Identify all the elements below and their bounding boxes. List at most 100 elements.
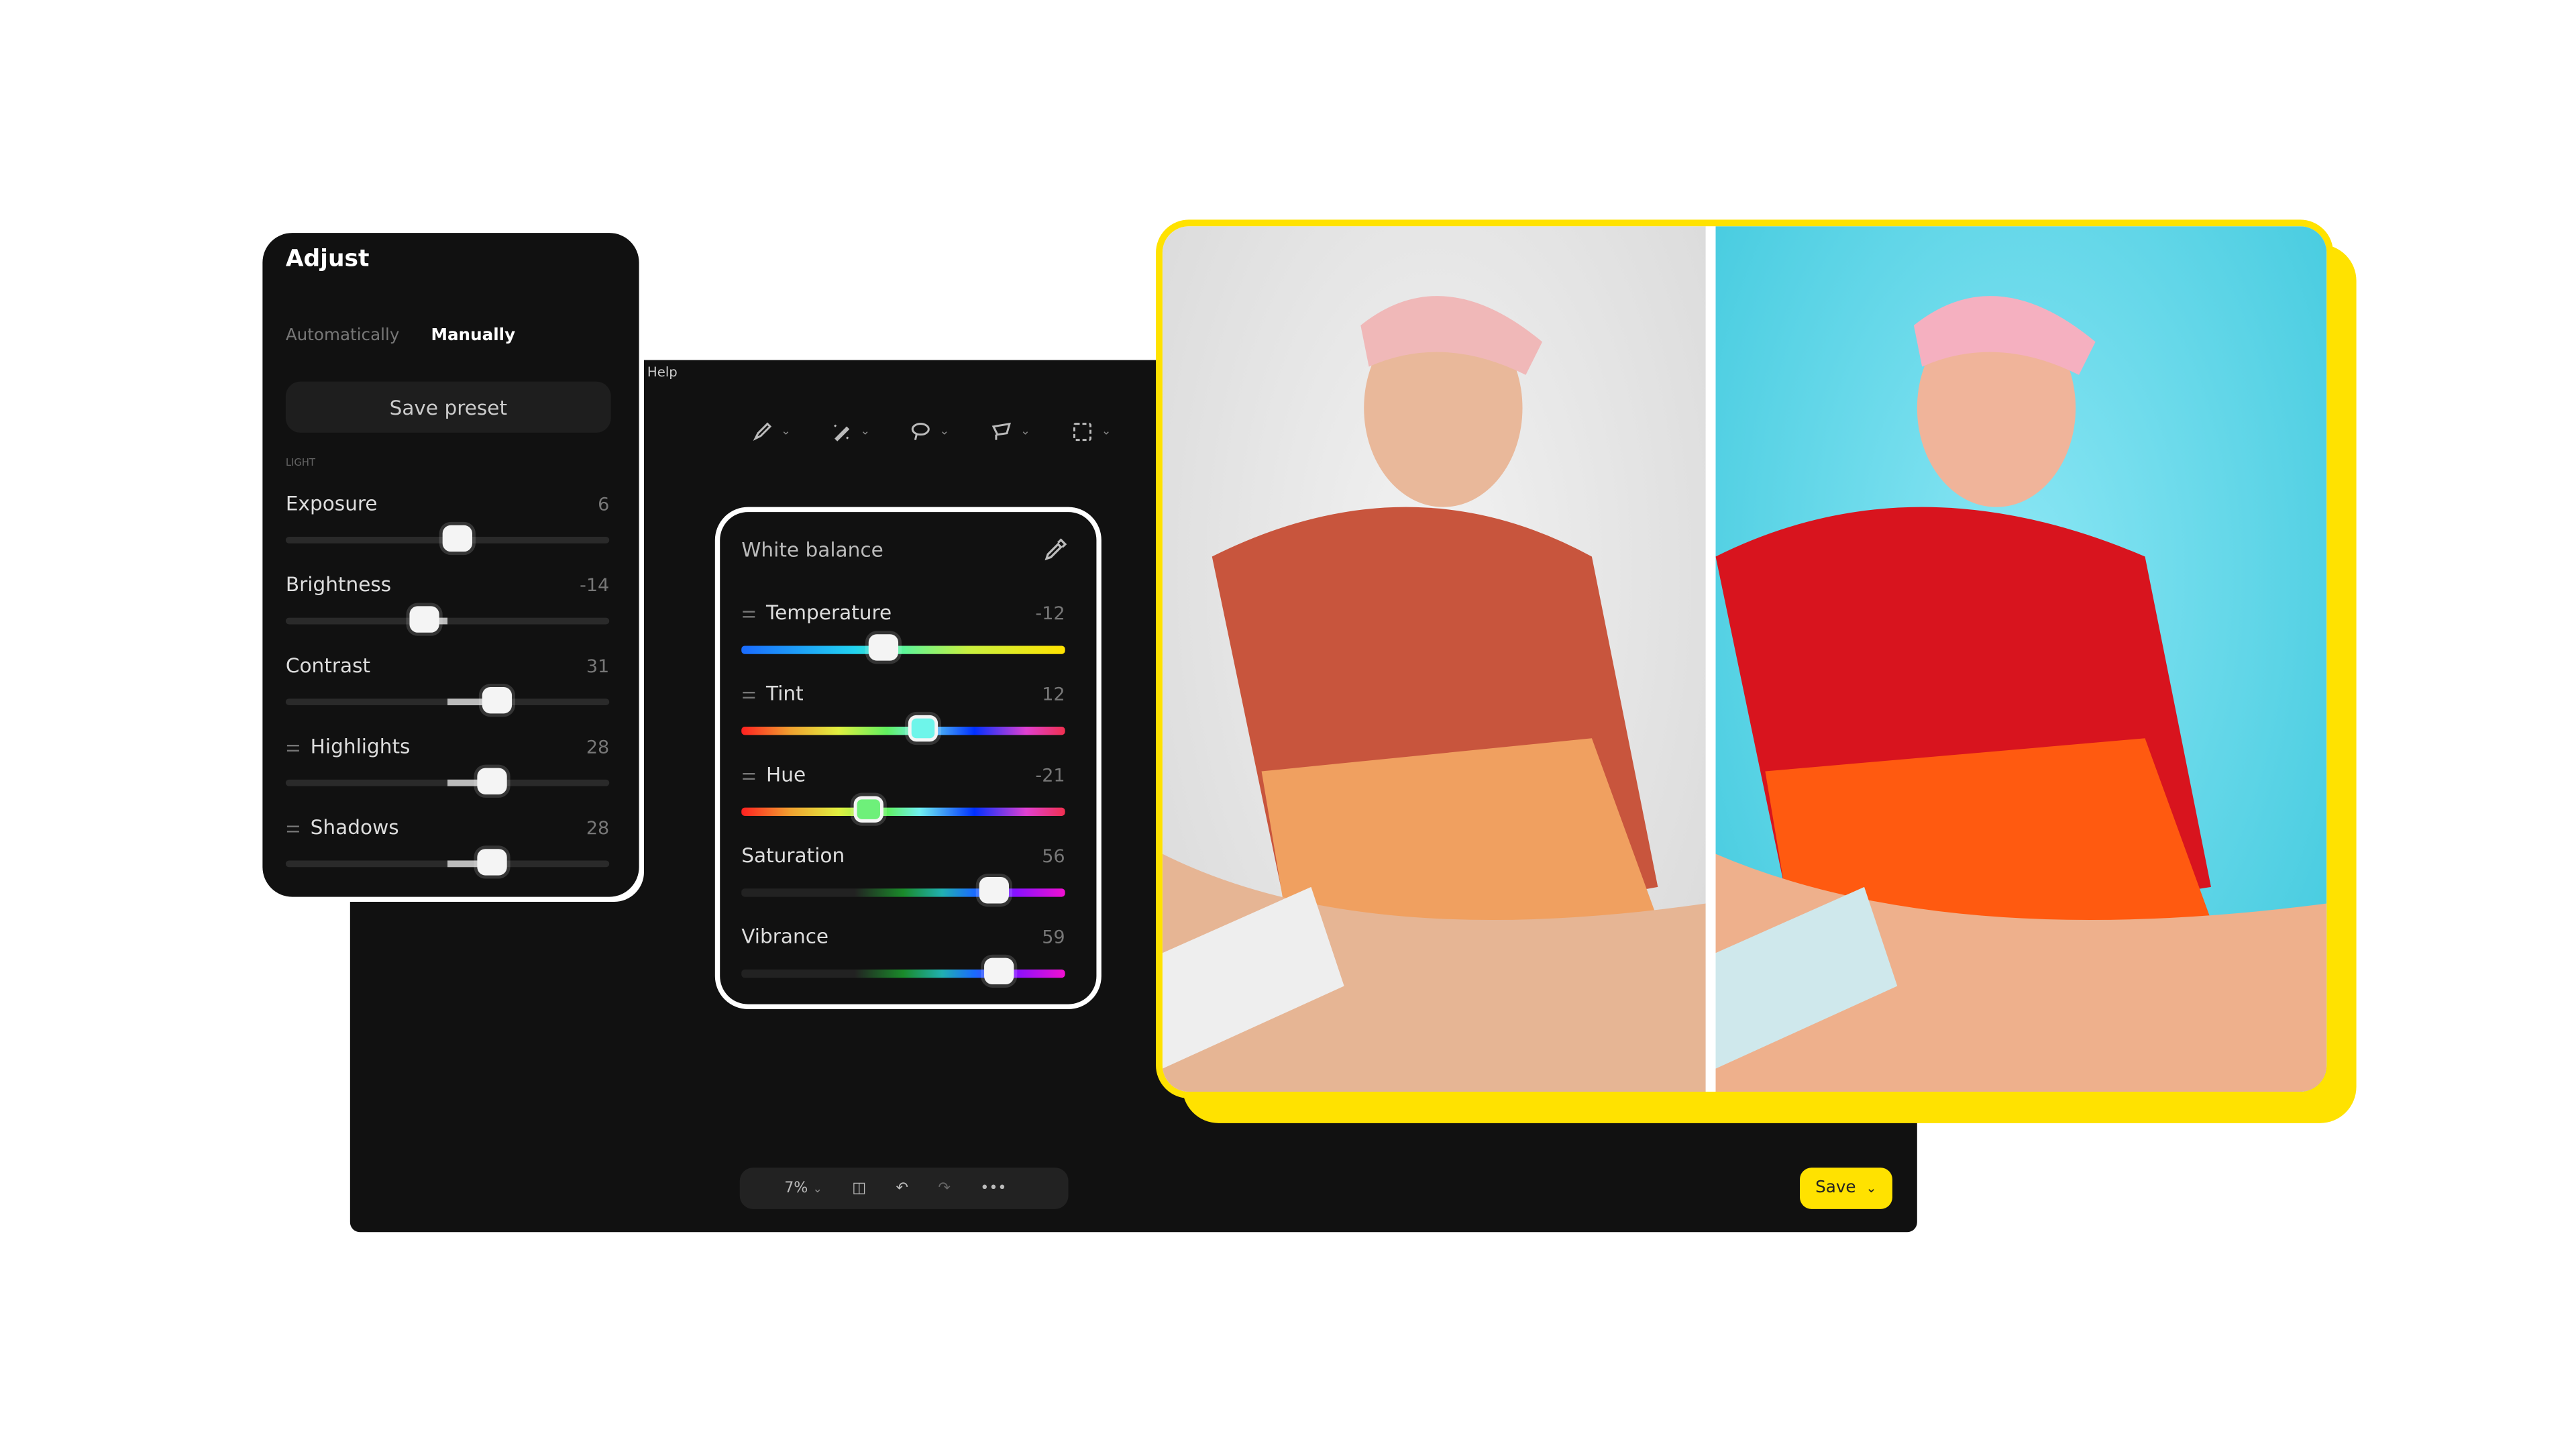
adjust-panel: Adjust Automatically Manually Save prese… [262, 233, 639, 897]
tab-automatically[interactable]: Automatically [286, 327, 400, 345]
lasso-icon [911, 421, 930, 439]
label-text: Highlights [310, 735, 411, 758]
save-preset-button[interactable]: Save preset [285, 381, 611, 433]
compare-divider[interactable] [1705, 226, 1716, 1092]
slider-track[interactable] [285, 849, 610, 876]
redo-icon[interactable]: ↷ [938, 1180, 951, 1197]
slider-track[interactable] [741, 877, 1065, 904]
slider-track[interactable] [285, 768, 610, 794]
magic-brush-tool[interactable]: ⌄ [830, 418, 870, 444]
slider-track[interactable] [741, 715, 1065, 742]
slider-label: Saturation [741, 844, 845, 867]
slider-value: 59 [1042, 926, 1065, 948]
magic-brush-icon [834, 423, 850, 441]
label-text: Tint [766, 682, 804, 706]
label-text: Brightness [285, 573, 392, 597]
slider-track[interactable] [741, 796, 1065, 823]
slider-track[interactable] [741, 634, 1065, 661]
slider-label: ⚌ Hue [741, 763, 806, 786]
slider-thumb[interactable] [478, 768, 508, 794]
chevron-down-icon: ⌄ [939, 424, 950, 438]
slider-label: Brightness [286, 573, 391, 596]
slider-shadows: ⚌ Shadows 28 [285, 816, 610, 882]
label-text: Hue [766, 763, 806, 786]
slider-thumb[interactable] [908, 715, 938, 742]
chevron-down-icon: ⌄ [1101, 424, 1112, 438]
slider-highlights: ⚌ Highlights 28 [285, 735, 610, 800]
chevron-down-icon: ⌄ [860, 424, 870, 438]
slider-track[interactable] [285, 525, 610, 552]
slider-value: 12 [1042, 684, 1065, 706]
section-label: LIGHT [285, 457, 316, 470]
slider-value: 31 [586, 656, 610, 678]
sliders-icon: ⚌ [285, 818, 301, 837]
slider-label: ⚌ Shadows [286, 816, 399, 839]
slider-brightness: Brightness -14 [285, 573, 610, 639]
slider-thumb[interactable] [478, 849, 508, 876]
undo-icon[interactable]: ↶ [896, 1180, 908, 1197]
label-text: Vibrance [741, 925, 829, 948]
chevron-down-icon: ⌄ [812, 1182, 822, 1195]
slider-track[interactable] [285, 606, 610, 633]
slider-thumb[interactable] [979, 877, 1009, 904]
slider-thumb[interactable] [442, 525, 472, 552]
tab-manually[interactable]: Manually [431, 327, 515, 345]
white-balance-panel: White balance ⚌ Temperature -12 ⚌ Tint 12 … [714, 507, 1102, 1009]
save-label: Save [1815, 1179, 1856, 1198]
brush-icon [753, 421, 772, 440]
slider-thumb[interactable] [854, 796, 884, 823]
slider-track[interactable] [285, 686, 610, 714]
compare-icon[interactable]: ◫ [852, 1180, 866, 1197]
panel-title: White balance [741, 538, 883, 562]
slider-thumb[interactable] [869, 634, 899, 661]
slider-label: ⚌ Tint [741, 682, 803, 705]
save-button[interactable]: Save ⌄ [1800, 1168, 1892, 1209]
chevron-down-icon: ⌄ [1866, 1180, 1877, 1196]
slider-value: -21 [1035, 764, 1065, 786]
after-photo [1715, 226, 2327, 1092]
slider-label: Vibrance [741, 925, 828, 947]
polygon-lasso-icon [991, 421, 1011, 439]
slider-thumb[interactable] [410, 606, 440, 633]
polygon-lasso-tool[interactable]: ⌄ [991, 418, 1030, 444]
label-text: Contrast [285, 654, 371, 678]
slider-thumb[interactable] [983, 957, 1014, 985]
slider-hue: ⚌ Hue -21 [741, 763, 1065, 829]
slider-value: 28 [586, 817, 610, 839]
slider-track[interactable] [741, 957, 1065, 985]
sliders-icon: ⚌ [741, 684, 757, 703]
before-photo [1162, 226, 1706, 1092]
slider-value: 28 [586, 736, 610, 758]
slider-vibrance: Vibrance 59 [741, 925, 1065, 990]
slider-saturation: Saturation 56 [741, 844, 1065, 910]
rect-select-tool[interactable]: ⌄ [1072, 418, 1112, 444]
zoom-value: 7% [784, 1180, 808, 1197]
chevron-down-icon: ⌄ [781, 424, 791, 438]
slider-value: 6 [598, 493, 610, 515]
panel-title: Adjust [285, 246, 370, 273]
eyedropper-icon[interactable] [1044, 538, 1067, 561]
label-text: Exposure [285, 492, 378, 515]
before-after-preview [1156, 219, 2334, 1098]
menu-help[interactable]: Help [647, 365, 678, 380]
more-icon[interactable]: ••• [980, 1180, 1006, 1197]
lasso-tool[interactable]: ⌄ [910, 418, 949, 444]
sliders-icon: ⚌ [741, 603, 757, 622]
slider-value: -12 [1035, 603, 1065, 625]
slider-thumb[interactable] [482, 686, 513, 714]
slider-value: 56 [1042, 845, 1065, 868]
chevron-down-icon: ⌄ [1020, 424, 1030, 438]
brush-tool[interactable]: ⌄ [751, 418, 791, 444]
sliders-icon: ⚌ [741, 765, 757, 784]
bottom-toolbar: 7% ⌄ ◫ ↶ ↷ ••• [739, 1168, 1069, 1209]
slider-exposure: Exposure 6 [285, 493, 610, 558]
sliders-icon: ⚌ [285, 737, 301, 756]
slider-tint: ⚌ Tint 12 [741, 682, 1065, 748]
slider-value: -14 [580, 574, 610, 597]
slider-contrast: Contrast 31 [285, 654, 610, 720]
slider-label: Contrast [286, 654, 370, 677]
slider-label: Exposure [286, 493, 378, 515]
slider-temperature: ⚌ Temperature -12 [741, 601, 1065, 667]
label-text: Shadows [310, 815, 399, 839]
zoom-dropdown[interactable]: 7% ⌄ [784, 1180, 822, 1197]
